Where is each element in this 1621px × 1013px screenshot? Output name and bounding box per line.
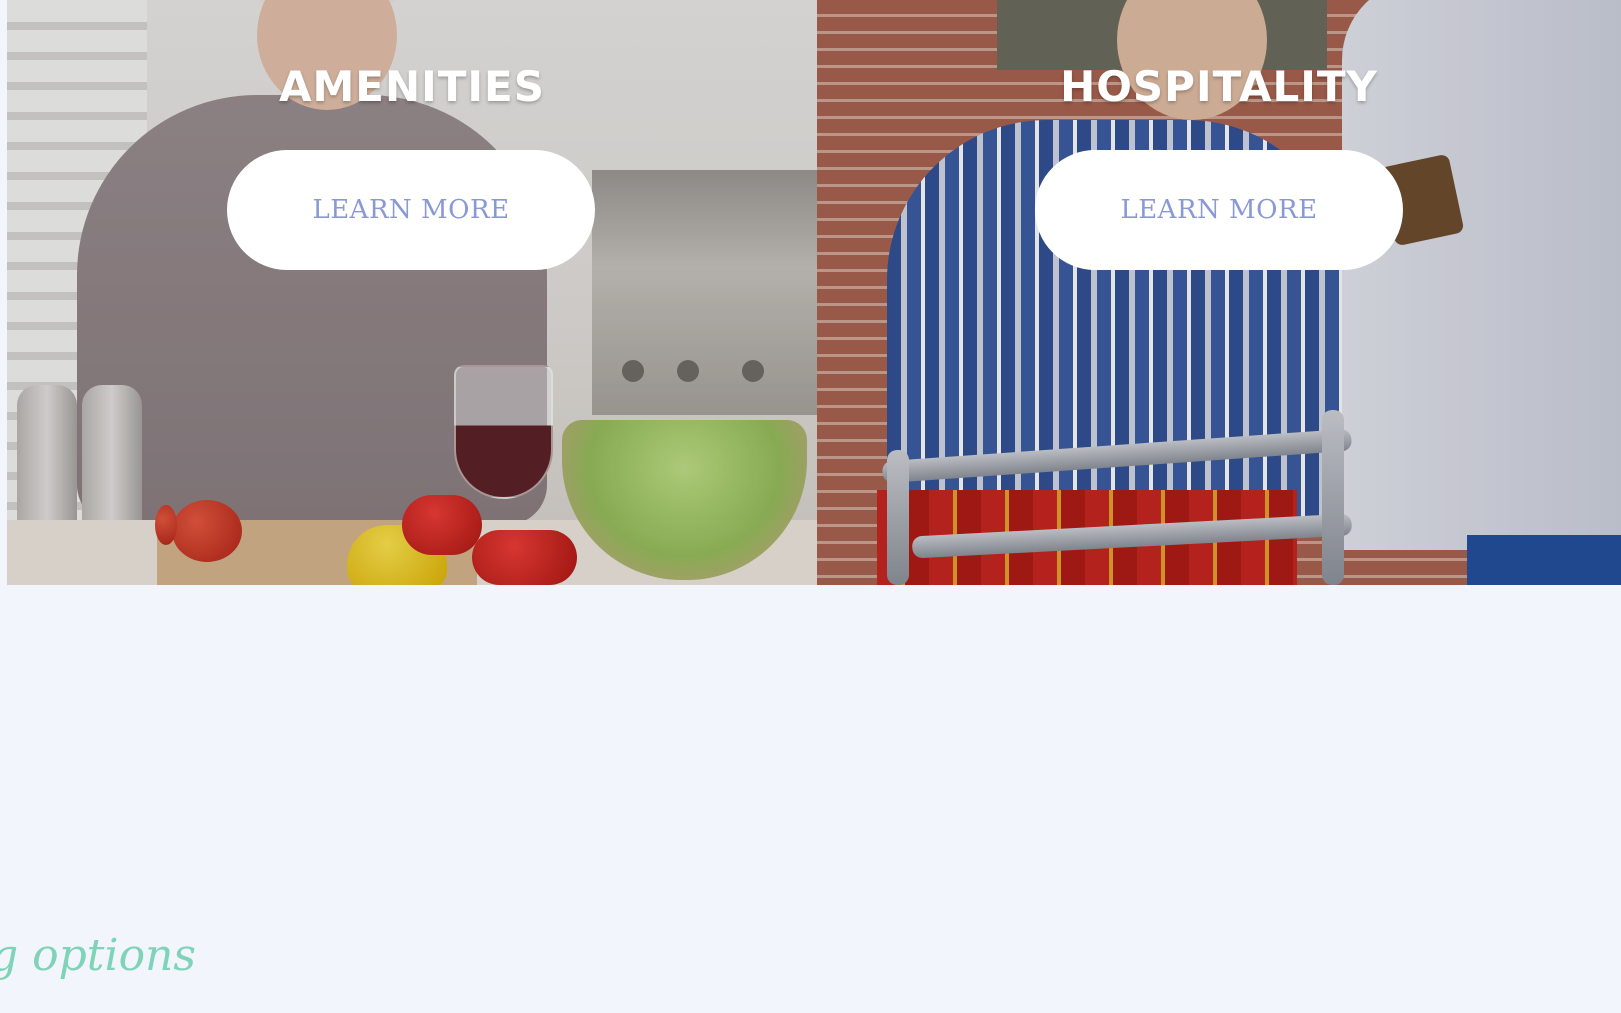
hospitality-title: HOSPITALITY: [1060, 62, 1378, 111]
feature-cards: AMENITIES LEARN MORE HOSPITALITY LEARN M…: [7, 0, 1621, 585]
amenities-card[interactable]: AMENITIES LEARN MORE: [7, 0, 817, 585]
section-heading: g options: [0, 930, 196, 981]
hospitality-learn-more-button[interactable]: LEARN MORE: [1035, 150, 1403, 270]
amenities-title: AMENITIES: [279, 62, 545, 111]
hospitality-card[interactable]: HOSPITALITY LEARN MORE: [817, 0, 1621, 585]
amenities-learn-more-button[interactable]: LEARN MORE: [227, 150, 595, 270]
